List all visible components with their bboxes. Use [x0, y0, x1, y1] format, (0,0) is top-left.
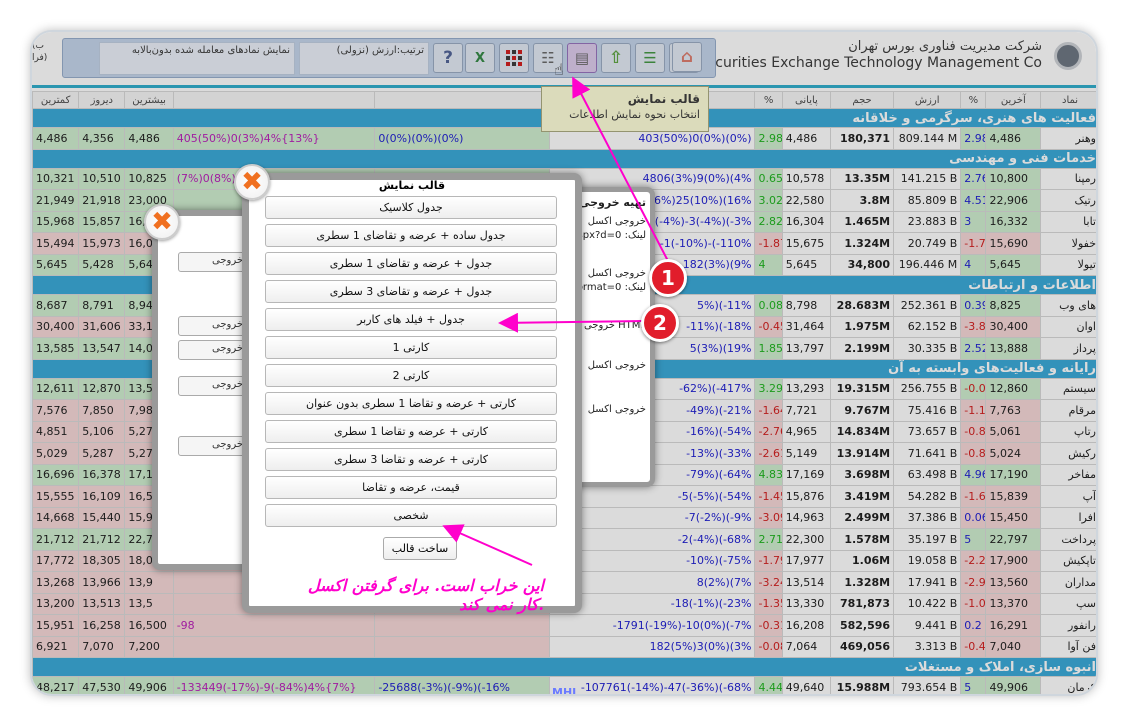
export-cap-2b: format=0 :لینک	[573, 282, 646, 293]
template-option[interactable]: جدول کلاسیک	[265, 196, 557, 219]
export-cap-1b: aspx?d=0 :لینک	[571, 230, 646, 241]
export-cap-2: خروجی اکسل	[587, 268, 646, 279]
export-cap-5: خروجی اکسل	[587, 404, 646, 415]
template-option[interactable]: جدول ساده + عرضه و تقاضای 1 سطری	[265, 224, 557, 247]
badge-2: 2	[641, 304, 679, 342]
template-option[interactable]: کارتی + عرضه و تقاضا 1 سطری بدون عنوان	[265, 392, 557, 415]
template-option[interactable]: قیمت، عرضه و تقاضا	[265, 476, 557, 499]
template-option[interactable]: کارتی + عرضه و تقاضا 3 سطری	[265, 448, 557, 471]
template-option[interactable]: شخصی	[265, 504, 557, 527]
watermark: MHJ	[552, 686, 577, 696]
export-cap-1: خروجی اکسل	[587, 216, 646, 227]
template-option[interactable]: کارتی 2	[265, 364, 557, 387]
app-window: شرکت مدیریت فناوری بورس تهران ran Securi…	[30, 30, 1098, 696]
export-cap-3: خروجی HTML	[583, 320, 646, 331]
template-list: جدول کلاسیک جدول ساده + عرضه و تقاضای 1 س…	[265, 196, 557, 532]
make-template-button[interactable]: ساخت قالب	[383, 537, 457, 560]
export-cap-4: خروجی اکسل	[587, 360, 646, 371]
template-option[interactable]: کارتی 1	[265, 336, 557, 359]
close-template-icon[interactable]: ✖	[234, 164, 270, 200]
close-export-icon[interactable]: ✖	[144, 204, 180, 240]
annotation-note: این خراب است. برای گرفتن اکسل کار نمی کن…	[307, 576, 544, 614]
template-option[interactable]: کارتی + عرضه و تقاضا 1 سطری	[265, 420, 557, 443]
template-option[interactable]: جدول + عرضه و تقاضای 3 سطری	[265, 280, 557, 303]
template-option[interactable]: جدول + عرضه و تقاضای 1 سطری	[265, 252, 557, 275]
export-title: تهیه خروجی	[578, 196, 646, 209]
template-dialog-title: قالب نمایش	[378, 179, 446, 192]
badge-1: 1	[649, 259, 687, 297]
template-option[interactable]: جدول + فیلد های کاربر	[265, 308, 557, 331]
template-dialog: قالب نمایش جدول کلاسیک جدول ساده + عرضه و…	[242, 173, 582, 614]
